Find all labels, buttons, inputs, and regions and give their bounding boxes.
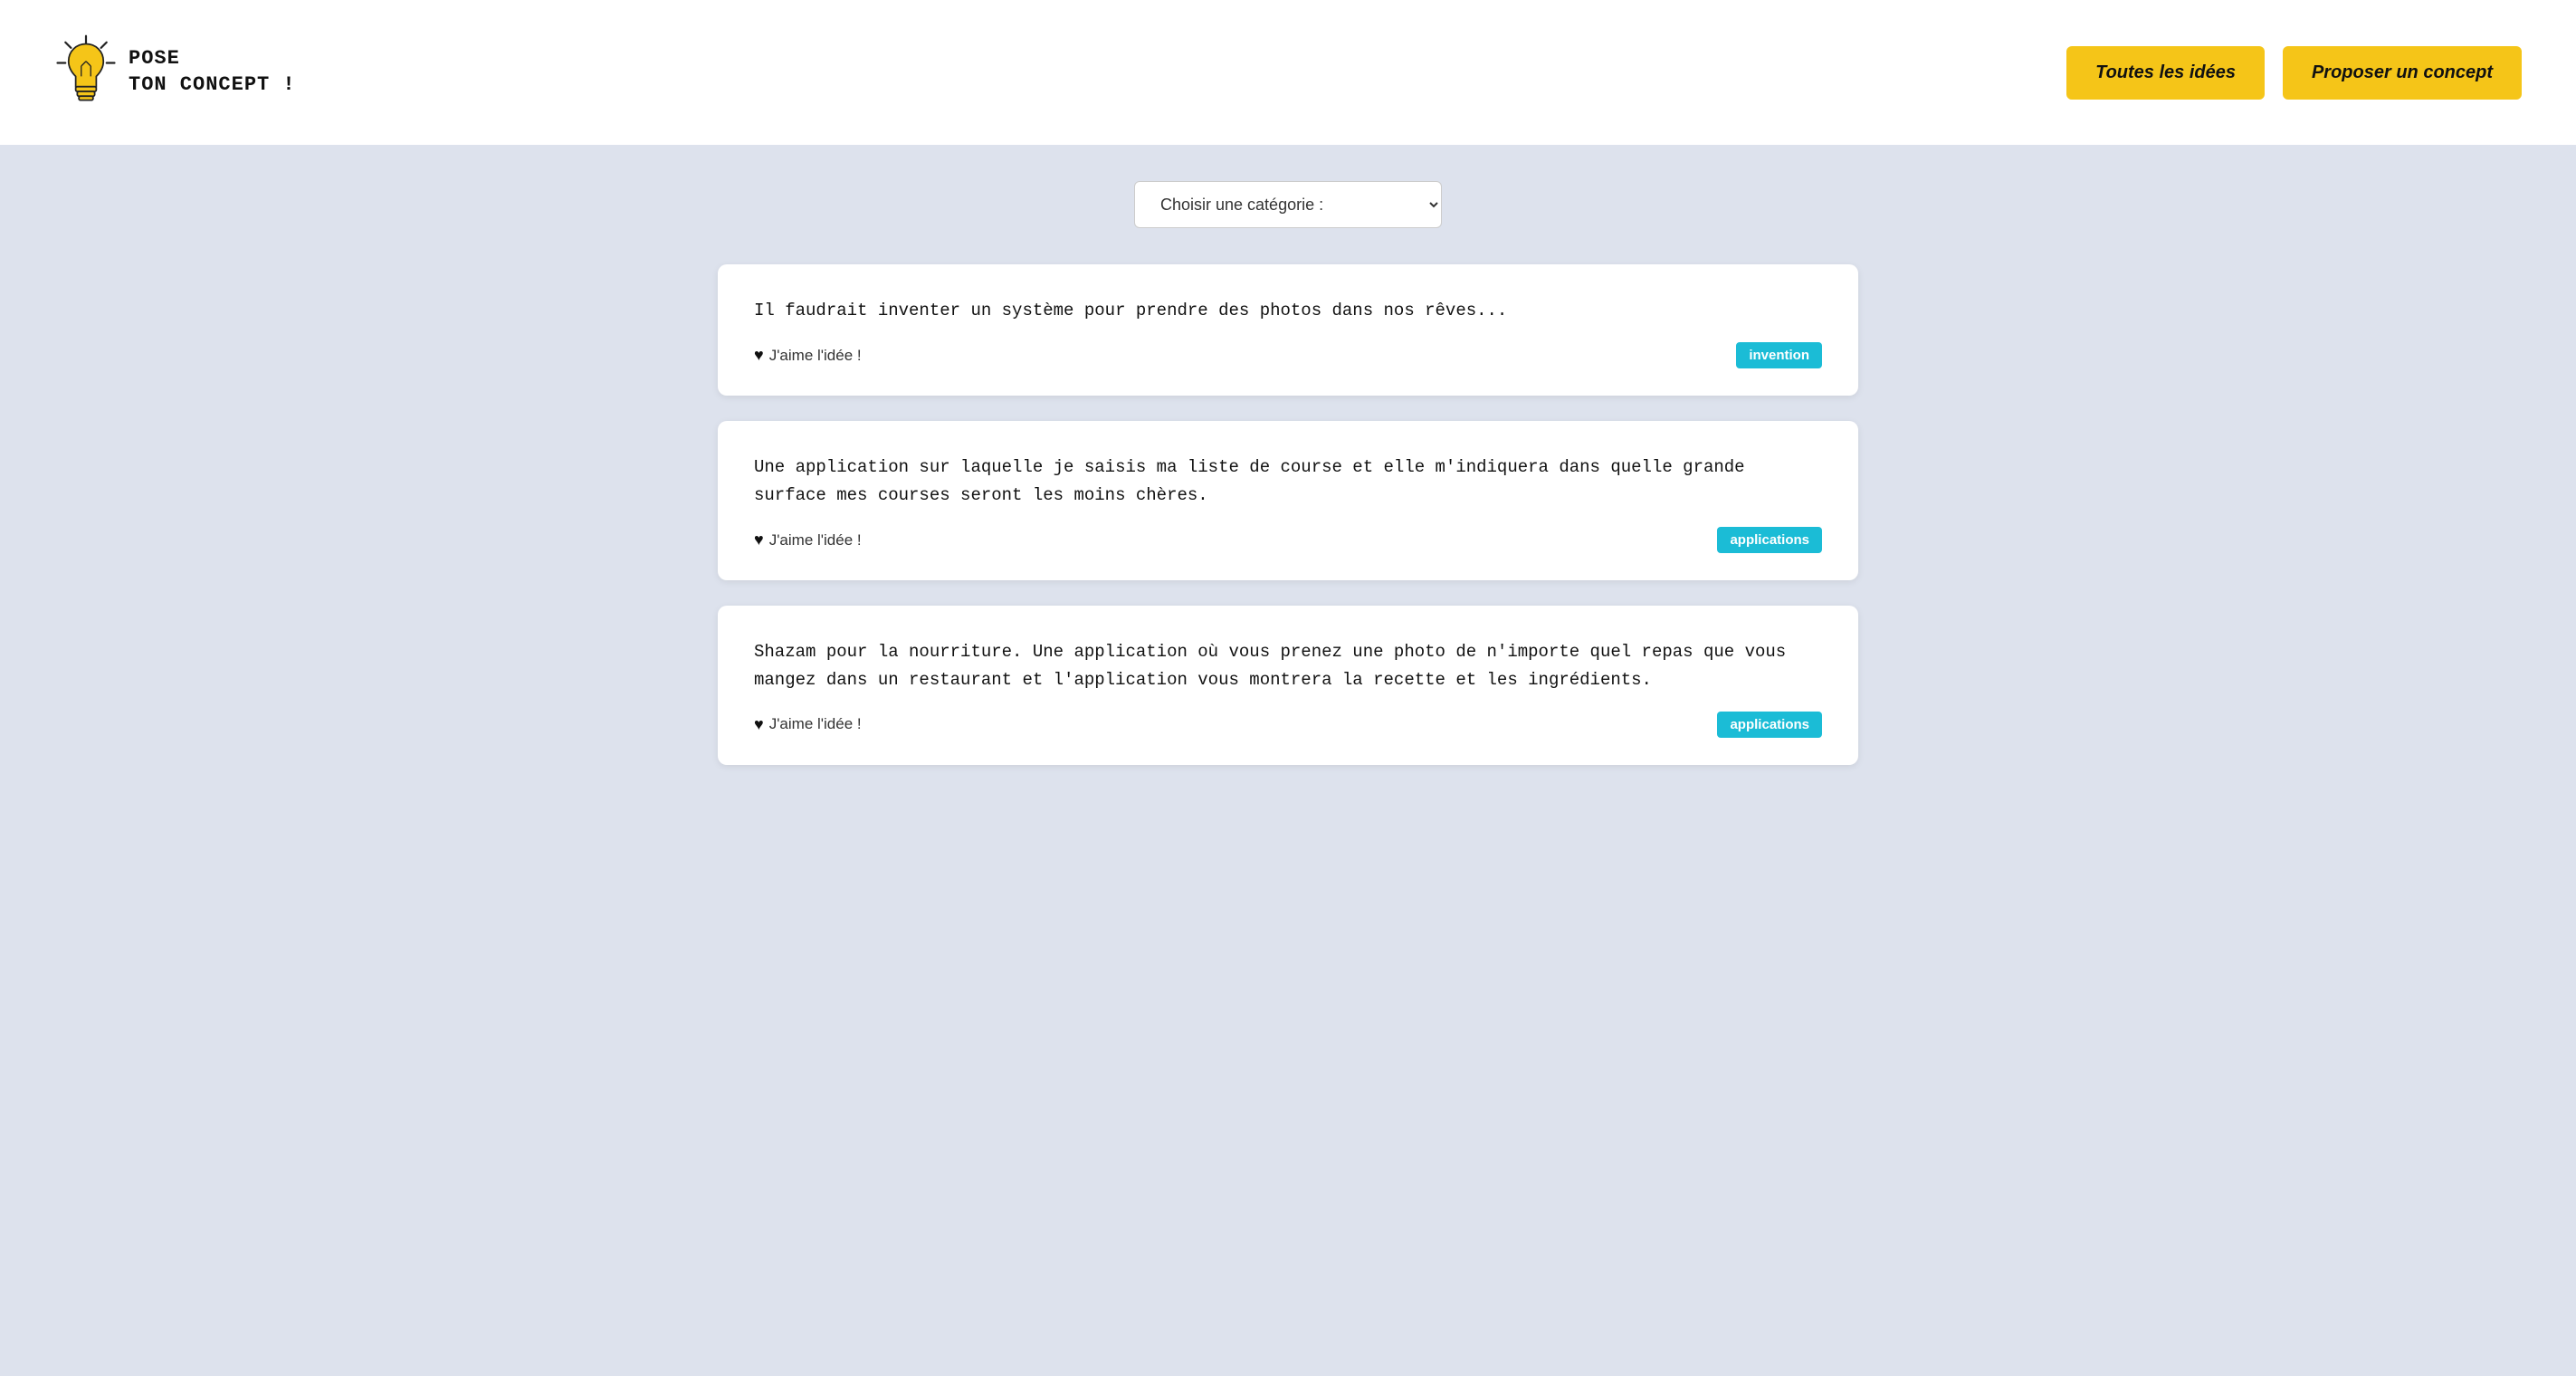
header-nav: Toutes les idées Proposer un concept [2066,46,2522,100]
logo-text: POSE TON CONCEPT ! [129,46,296,98]
like-label: J'aime l'idée ! [769,531,862,549]
main-content: Choisir une catégorie :InventionApplicat… [0,145,2576,1376]
heart-icon: ♥ [754,346,764,365]
tag-badge: invention [1736,342,1822,368]
like-button[interactable]: ♥ J'aime l'idée ! [754,346,862,365]
heart-icon: ♥ [754,530,764,549]
tag-badge: applications [1717,712,1822,738]
card-text: Une application sur laquelle je saisis m… [754,454,1822,509]
like-label: J'aime l'idée ! [769,715,862,733]
propose-concept-button[interactable]: Proposer un concept [2283,46,2522,100]
logo-area: POSE TON CONCEPT ! [54,32,296,113]
card-footer: ♥ J'aime l'idée ! invention [754,342,1822,368]
like-button[interactable]: ♥ J'aime l'idée ! [754,715,862,734]
card-text: Shazam pour la nourriture. Une applicati… [754,638,1822,693]
like-label: J'aime l'idée ! [769,347,862,365]
card-footer: ♥ J'aime l'idée ! applications [754,527,1822,553]
heart-icon: ♥ [754,715,764,734]
card-text: Il faudrait inventer un système pour pre… [754,297,1822,324]
category-select[interactable]: Choisir une catégorie :InventionApplicat… [1134,181,1442,228]
tag-badge: applications [1717,527,1822,553]
card: Shazam pour la nourriture. Une applicati… [718,606,1858,765]
card-footer: ♥ J'aime l'idée ! applications [754,712,1822,738]
card: Il faudrait inventer un système pour pre… [718,264,1858,396]
category-select-wrapper: Choisir une catégorie :InventionApplicat… [18,181,2558,228]
header: POSE TON CONCEPT ! Toutes les idées Prop… [0,0,2576,145]
cards-container: Il faudrait inventer un système pour pre… [718,264,1858,765]
like-button[interactable]: ♥ J'aime l'idée ! [754,530,862,549]
all-ideas-button[interactable]: Toutes les idées [2066,46,2265,100]
card: Une application sur laquelle je saisis m… [718,421,1858,580]
logo-bulb-icon [54,32,118,113]
